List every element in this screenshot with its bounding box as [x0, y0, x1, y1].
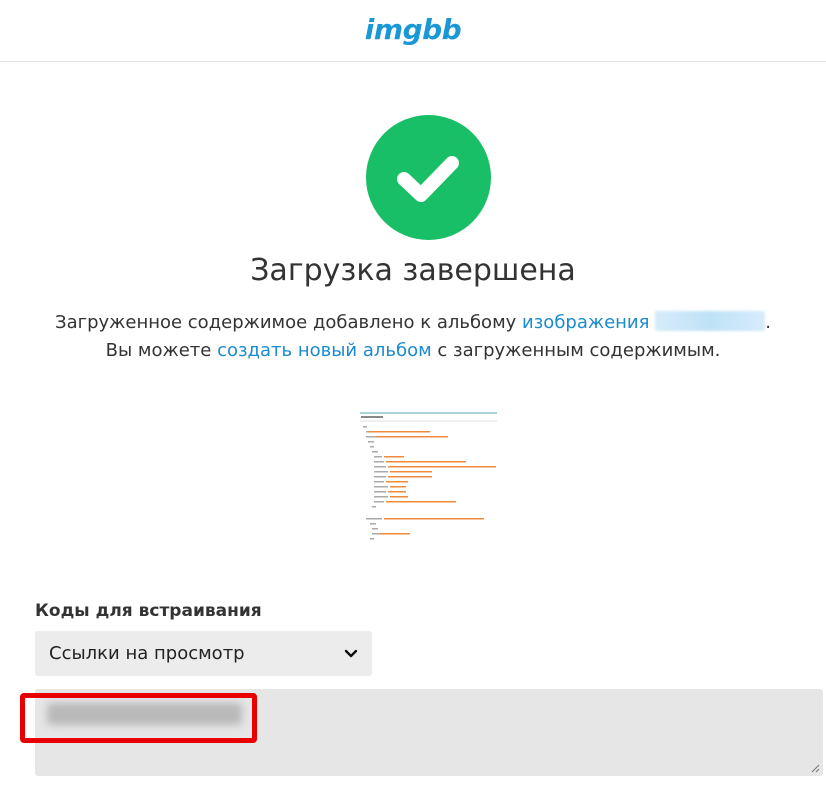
success-check-icon — [366, 115, 491, 240]
description-text-3: с загруженным содержимым. — [431, 340, 721, 361]
chevron-down-icon — [344, 649, 358, 657]
imgbb-logo[interactable]: imgbb — [0, 13, 826, 46]
embed-codes-label: Коды для встраивания — [35, 601, 262, 621]
selected-option: Ссылки на просмотр — [49, 643, 245, 664]
album-link[interactable]: изображения — [522, 312, 649, 333]
embed-code-select[interactable]: Ссылки на просмотр — [35, 631, 372, 676]
page-title: Загрузка завершена — [250, 253, 576, 288]
top-bar: imgbb — [0, 0, 826, 62]
redacted-album-name — [655, 311, 766, 331]
resize-grip-icon[interactable] — [810, 763, 820, 773]
description-text-1: Загруженное содержимое добавлено к альбо… — [55, 312, 523, 333]
upload-description: Загруженное содержимое добавлено к альбо… — [40, 309, 786, 365]
create-album-link[interactable]: создать новый альбом — [217, 340, 432, 361]
highlight-box — [20, 693, 257, 743]
uploaded-image-thumbnail[interactable] — [360, 410, 497, 550]
